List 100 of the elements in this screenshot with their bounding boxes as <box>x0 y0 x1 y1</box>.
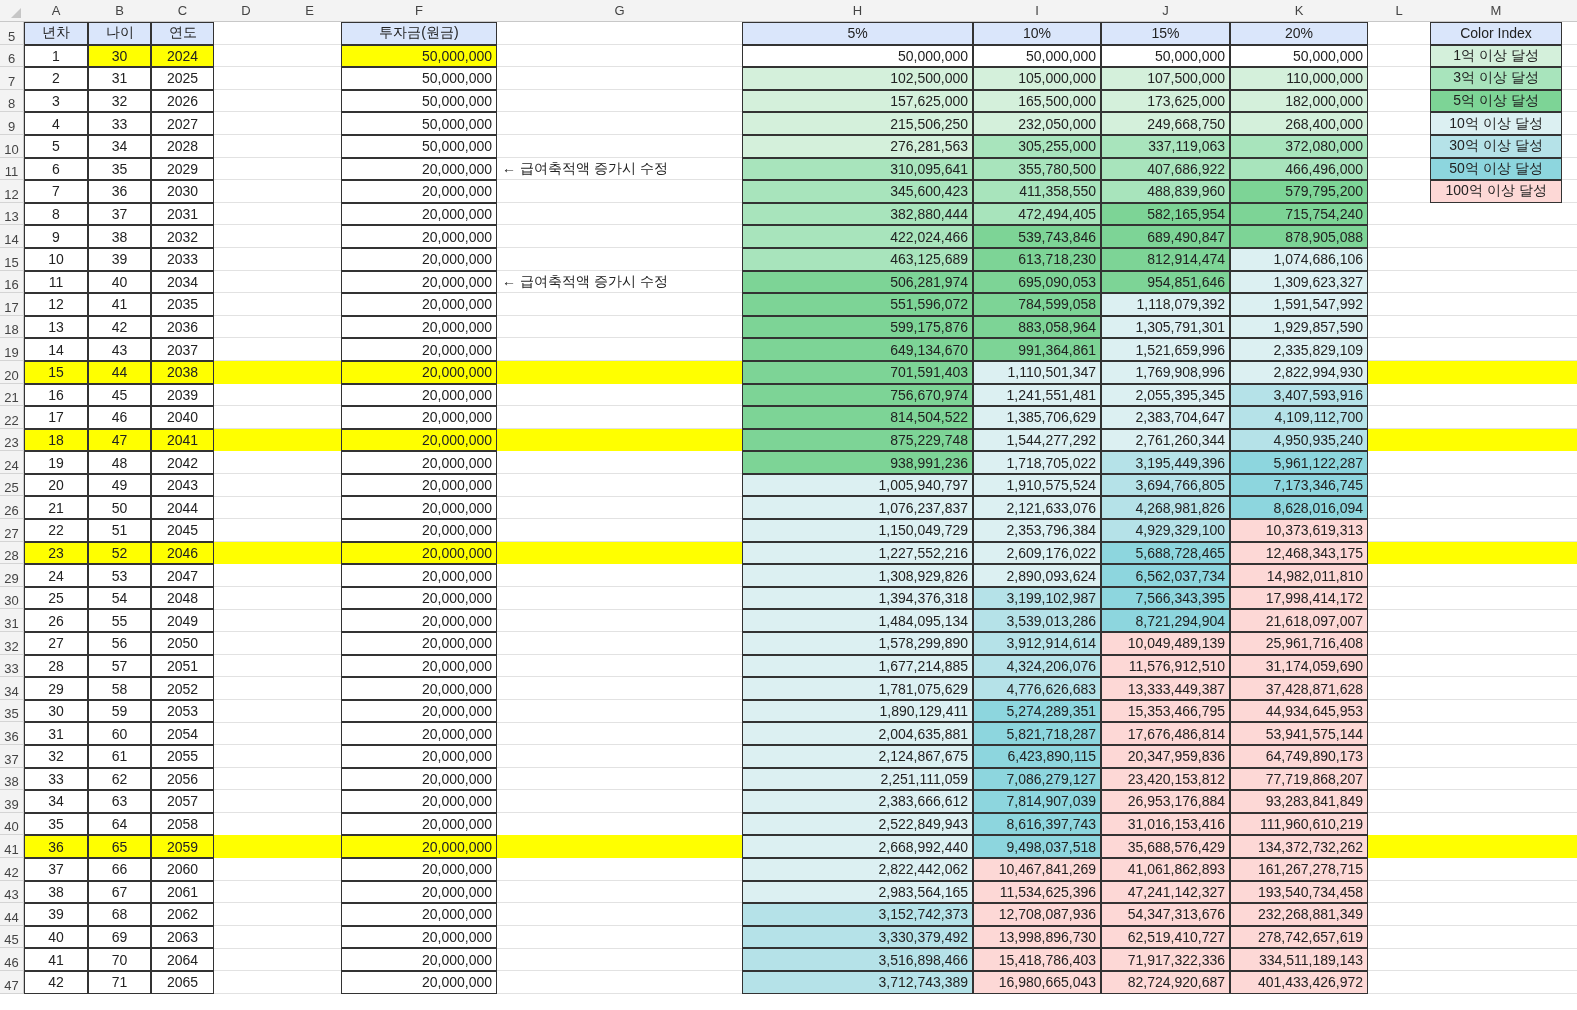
table-cell: 71 <box>88 970 151 994</box>
table-cell: 2050 <box>151 632 214 655</box>
table-cell: 102,500,000 <box>742 67 973 90</box>
column-header[interactable]: A <box>24 0 88 21</box>
table-cell: 2,383,704,647 <box>1101 406 1230 429</box>
row-header[interactable]: 13 <box>0 202 24 226</box>
row-header[interactable]: 34 <box>0 677 24 700</box>
table-cell: 2 <box>24 67 88 90</box>
table-cell: 20,000,000 <box>341 586 497 610</box>
row-header[interactable]: 22 <box>0 406 24 429</box>
table-cell: 65 <box>88 835 151 858</box>
row-header[interactable]: 20 <box>0 360 24 384</box>
table-cell: 1,929,857,590 <box>1230 315 1368 339</box>
row-header[interactable]: 43 <box>0 880 24 904</box>
row-header[interactable]: 19 <box>0 338 24 361</box>
table-cell: 16 <box>24 383 88 407</box>
legend-item: 1억 이상 달성 <box>1430 44 1562 68</box>
table-cell: 56 <box>88 632 151 655</box>
table-cell: 59 <box>88 699 151 723</box>
table-cell: 991,364,861 <box>973 338 1101 361</box>
row-header[interactable]: 7 <box>0 67 24 90</box>
table-cell: 20,000,000 <box>341 699 497 723</box>
row-header[interactable]: 40 <box>0 812 24 836</box>
table-cell: 878,905,088 <box>1230 225 1368 248</box>
table-cell: 20,000,000 <box>341 654 497 678</box>
table-cell: 20,000,000 <box>341 202 497 226</box>
row-header[interactable]: 12 <box>0 180 24 203</box>
table-cell: 2034 <box>151 270 214 294</box>
table-cell: 27 <box>24 632 88 655</box>
row-header[interactable]: 46 <box>0 948 24 971</box>
table-cell: 2056 <box>151 767 214 791</box>
table-cell: 1,074,686,106 <box>1230 247 1368 271</box>
column-header[interactable]: G <box>497 0 742 21</box>
table-cell: 2060 <box>151 857 214 881</box>
table-cell: 2042 <box>151 451 214 474</box>
table-cell: 305,255,000 <box>973 134 1101 158</box>
row-header[interactable]: 28 <box>0 541 24 565</box>
row-header[interactable]: 38 <box>0 767 24 791</box>
column-header[interactable]: J <box>1101 0 1230 21</box>
column-header[interactable]: E <box>278 0 341 21</box>
table-cell: 13,333,449,387 <box>1101 677 1230 700</box>
row-header[interactable]: 36 <box>0 722 24 745</box>
row-header[interactable]: 31 <box>0 609 24 633</box>
row-header[interactable]: 30 <box>0 586 24 610</box>
column-header[interactable]: M <box>1430 0 1562 21</box>
table-cell: 1,308,929,826 <box>742 564 973 587</box>
row-header[interactable]: 42 <box>0 857 24 881</box>
row-header[interactable]: 5 <box>0 22 24 45</box>
table-cell: 2,522,849,943 <box>742 812 973 836</box>
row-header[interactable]: 25 <box>0 473 24 497</box>
table-cell: 20,000,000 <box>341 767 497 791</box>
row-header[interactable]: 35 <box>0 699 24 723</box>
table-cell: 30 <box>24 699 88 723</box>
column-header[interactable]: B <box>88 0 151 21</box>
row-header[interactable]: 27 <box>0 519 24 542</box>
column-header[interactable]: F <box>341 0 497 21</box>
row-header[interactable]: 33 <box>0 654 24 678</box>
column-header[interactable]: L <box>1368 0 1430 21</box>
row-header[interactable]: 9 <box>0 112 24 135</box>
table-cell: 4 <box>24 112 88 135</box>
row-header[interactable]: 18 <box>0 315 24 339</box>
table-cell: 33 <box>88 112 151 135</box>
table-cell: 2052 <box>151 677 214 700</box>
table-cell: 20,000,000 <box>341 247 497 271</box>
table-cell: 1,005,940,797 <box>742 473 973 497</box>
table-cell: 9 <box>24 225 88 248</box>
row-header[interactable]: 23 <box>0 428 24 452</box>
row-header[interactable]: 45 <box>0 925 24 949</box>
row-header[interactable]: 16 <box>0 270 24 294</box>
column-header[interactable]: C <box>151 0 214 21</box>
row-header[interactable]: 10 <box>0 134 24 158</box>
table-cell: 77,719,868,207 <box>1230 767 1368 791</box>
row-header[interactable]: 37 <box>0 745 24 768</box>
column-header[interactable]: D <box>214 0 278 21</box>
row-header[interactable]: 24 <box>0 451 24 474</box>
row-header[interactable]: 6 <box>0 44 24 68</box>
table-cell: 2028 <box>151 134 214 158</box>
select-all-icon[interactable] <box>11 8 21 18</box>
row-header[interactable]: 32 <box>0 632 24 655</box>
row-header[interactable]: 8 <box>0 89 24 113</box>
row-header[interactable]: 47 <box>0 970 24 994</box>
table-cell: 40 <box>24 925 88 949</box>
table-cell: 2044 <box>151 496 214 520</box>
row-header[interactable]: 39 <box>0 790 24 813</box>
row-header[interactable]: 21 <box>0 383 24 407</box>
row-header[interactable]: 29 <box>0 564 24 587</box>
table-cell: 15 <box>24 360 88 384</box>
row-header[interactable]: 11 <box>0 157 24 181</box>
table-cell: 20,000,000 <box>341 338 497 361</box>
column-header[interactable]: I <box>973 0 1101 21</box>
row-header[interactable]: 17 <box>0 293 24 316</box>
column-header[interactable]: K <box>1230 0 1368 21</box>
row-header[interactable]: 41 <box>0 835 24 858</box>
table-cell: 37 <box>24 857 88 881</box>
row-header[interactable]: 44 <box>0 903 24 926</box>
row-header[interactable]: 26 <box>0 496 24 520</box>
column-header[interactable]: H <box>742 0 973 21</box>
table-cell: 2054 <box>151 722 214 745</box>
row-header[interactable]: 14 <box>0 225 24 248</box>
row-header[interactable]: 15 <box>0 247 24 271</box>
